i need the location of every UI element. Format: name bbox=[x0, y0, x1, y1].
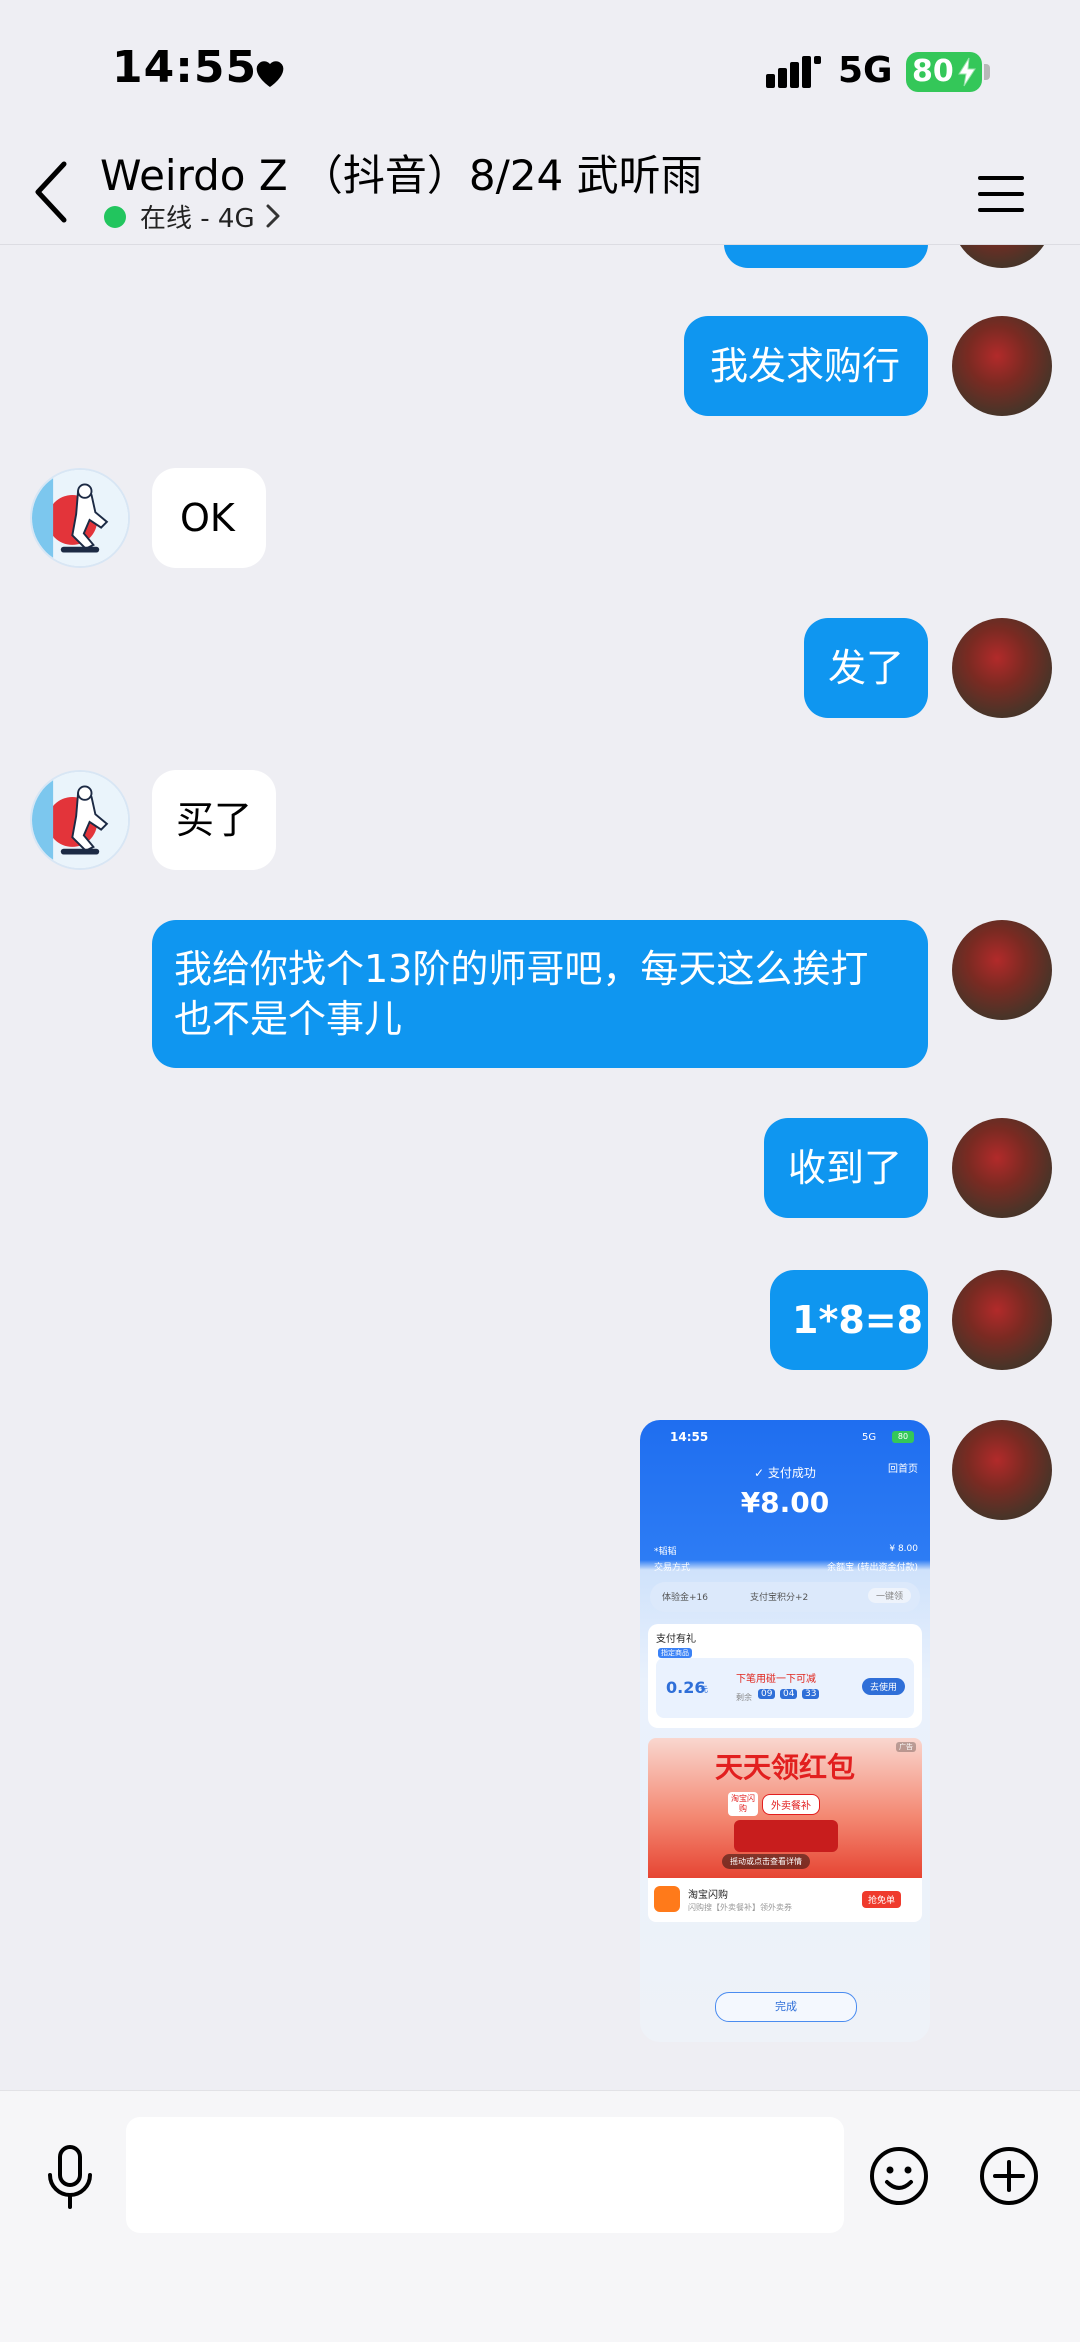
avatar-self[interactable] bbox=[952, 1118, 1052, 1218]
signal-icon bbox=[766, 56, 821, 88]
emoji-icon[interactable] bbox=[868, 2145, 930, 2207]
chevron-right-icon[interactable] bbox=[264, 202, 282, 230]
screenshot-gift-card: 支付有礼 指定商品 0.26 元 下笔用碰一下可减 剩余 09 04 33 去使… bbox=[648, 1624, 922, 1728]
screenshot-shop-desc: 闪购搜【外卖餐补】领外卖券 bbox=[688, 1903, 792, 1912]
message-input[interactable] bbox=[126, 2117, 844, 2233]
screenshot-network: 5G bbox=[862, 1432, 877, 1443]
screenshot-banner-tip: 摇动或点击查看详情 bbox=[722, 1854, 810, 1869]
battery-icon: 80 bbox=[906, 52, 982, 92]
avatar-peer-illustration bbox=[32, 470, 128, 566]
screenshot-ad-banner: 天天领红包 广告 淘宝闪购 外卖餐补 摇动或点击查看详情 bbox=[648, 1738, 922, 1878]
menu-icon[interactable] bbox=[976, 172, 1026, 216]
screenshot-reward-button: 一键领 bbox=[868, 1588, 912, 1603]
screenshot-reward-1: 体验金+16 bbox=[662, 1593, 708, 1603]
screenshot-countdown-label: 剩余 bbox=[736, 1693, 752, 1702]
screenshot-banner-search: 外卖餐补 bbox=[762, 1794, 820, 1815]
screenshot-pay-title-text: 支付成功 bbox=[767, 1466, 816, 1480]
message-text: OK bbox=[180, 496, 235, 540]
message-bubble-outgoing[interactable]: 我给你找个13阶的师哥吧，每天这么挨打 也不是个事儿 bbox=[152, 920, 928, 1068]
screenshot-countdown-s: 33 bbox=[802, 1689, 820, 1699]
screenshot-coupon-button: 去使用 bbox=[862, 1678, 906, 1695]
screenshot-coupon-text: 下笔用碰一下可减 bbox=[736, 1674, 816, 1685]
screenshot-banner-box bbox=[734, 1820, 838, 1852]
avatar-peer[interactable] bbox=[30, 770, 130, 870]
charging-icon bbox=[958, 57, 976, 87]
screenshot-method-label: 交易方式 bbox=[654, 1563, 691, 1573]
message-bubble-incoming[interactable]: OK bbox=[152, 468, 266, 568]
screenshot-gift-title: 支付有礼 bbox=[656, 1634, 696, 1645]
message-text: 发了 bbox=[828, 646, 905, 690]
screenshot-shop-row: 淘宝闪购 闪购搜【外卖餐补】领外卖券 抢免单 bbox=[648, 1878, 922, 1922]
chat-header: Weirdo Z （抖音）8/24 武听雨 在线 - 4G bbox=[0, 140, 1080, 245]
message-bubble-outgoing[interactable]: 我发求购行 bbox=[684, 316, 928, 416]
screenshot-countdown-h: 09 bbox=[758, 1689, 776, 1699]
avatar-self[interactable] bbox=[952, 1270, 1052, 1370]
message-bubble-incoming[interactable]: 买了 bbox=[152, 770, 276, 870]
screenshot-banner-title: 天天领红包 bbox=[714, 1751, 855, 1784]
screenshot-coupon-unit: 元 bbox=[700, 1685, 708, 1694]
online-status[interactable]: 在线 - 4G bbox=[140, 198, 255, 235]
avatar-self[interactable] bbox=[952, 618, 1052, 718]
screenshot-reward-2: 支付宝积分+2 bbox=[750, 1593, 809, 1603]
avatar-self[interactable] bbox=[952, 316, 1052, 416]
message-text: 我发求购行 bbox=[710, 344, 901, 388]
screenshot-amount: ¥8.00 bbox=[740, 1486, 830, 1519]
screenshot-shop-logo bbox=[654, 1886, 680, 1912]
battery-level: 80 bbox=[912, 54, 954, 89]
contact-name[interactable]: Weirdo Z （抖音）8/24 武听雨 bbox=[100, 142, 703, 203]
screenshot-status-time: 14:55 bbox=[670, 1430, 709, 1444]
message-bubble-outgoing[interactable]: 1*8=8 bbox=[770, 1270, 928, 1370]
screenshot-shop-name: 淘宝闪购 bbox=[688, 1890, 728, 1901]
status-time: 14:55 bbox=[112, 42, 258, 93]
screenshot-battery: 80 bbox=[892, 1431, 914, 1443]
battery-tip bbox=[984, 64, 990, 80]
avatar-self[interactable] bbox=[952, 920, 1052, 1020]
screenshot-coupon: 0.26 元 下笔用碰一下可减 剩余 09 04 33 去使用 bbox=[656, 1658, 914, 1718]
input-bar bbox=[0, 2090, 1080, 2342]
network-label: 5G bbox=[838, 50, 893, 91]
message-bubble-outgoing[interactable]: 发了 bbox=[804, 618, 928, 718]
screenshot-banner-badge: 淘宝闪购 bbox=[728, 1792, 758, 1816]
screenshot-pay-title: ✓ 支付成功 bbox=[754, 1466, 816, 1480]
add-icon[interactable] bbox=[978, 2145, 1040, 2207]
message-text: 买了 bbox=[176, 798, 253, 842]
screenshot-gift-badge: 指定商品 bbox=[658, 1648, 692, 1658]
online-indicator bbox=[104, 206, 126, 228]
screenshot-method-value: 余额宝 (转出资金付款) bbox=[827, 1563, 918, 1573]
screenshot-reward-bar: 体验金+16 支付宝积分+2 一键领 bbox=[650, 1582, 920, 1612]
back-icon[interactable] bbox=[28, 152, 78, 232]
message-text: 收到了 bbox=[788, 1146, 903, 1190]
mic-icon[interactable] bbox=[40, 2143, 100, 2213]
screenshot-payee-label: *韬韬 bbox=[654, 1547, 677, 1557]
status-bar: 14:55 5G 80 bbox=[0, 0, 1080, 140]
screenshot-ad-tag: 广告 bbox=[896, 1742, 916, 1752]
screenshot-payee-value: ¥ 8.00 bbox=[889, 1544, 918, 1554]
screenshot-home-link: 回首页 bbox=[888, 1464, 918, 1475]
message-bubble-outgoing[interactable]: 收到了 bbox=[764, 1118, 928, 1218]
screenshot-done-button: 完成 bbox=[715, 1992, 857, 2022]
screenshot-countdown-m: 04 bbox=[780, 1689, 798, 1699]
message-text: 我给你找个13阶的师哥吧，每天这么挨打 也不是个事儿 bbox=[174, 947, 869, 1041]
screenshot-shop-button: 抢免单 bbox=[862, 1891, 902, 1908]
avatar-self[interactable] bbox=[952, 1420, 1052, 1520]
avatar-peer[interactable] bbox=[30, 468, 130, 568]
heart-icon bbox=[256, 61, 284, 87]
payment-screenshot-image[interactable]: 14:55 5G 80 ✓ 支付成功 回首页 ¥8.00 *韬韬 ¥ 8.00 … bbox=[640, 1420, 930, 2042]
message-text: 1*8=8 bbox=[792, 1298, 924, 1342]
avatar-peer-illustration bbox=[32, 772, 128, 868]
